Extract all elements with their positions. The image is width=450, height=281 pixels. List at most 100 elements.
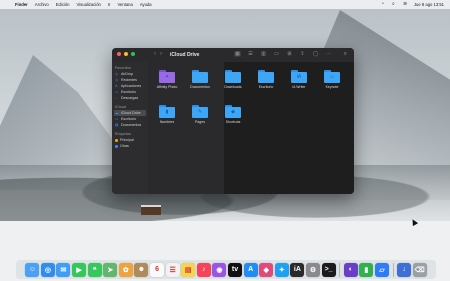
- file-item-pages[interactable]: ✎ Pages: [184, 105, 216, 124]
- file-label: Numbers: [159, 120, 175, 124]
- app-glyph-icon: ✎: [197, 109, 203, 115]
- file-item-affinity-photo[interactable]: ✦ Affinity Photo: [151, 70, 183, 89]
- folder-icon: ✎: [192, 105, 208, 118]
- file-item-ia-writer[interactable]: iA iA Writer: [283, 70, 315, 89]
- sidebar-item-documentos[interactable]: ▤ Documentos: [112, 122, 148, 128]
- dock-maps-icon[interactable]: ➤: [103, 262, 118, 277]
- folder-icon: [258, 70, 274, 83]
- dock-reminders-icon[interactable]: ☰: [165, 262, 180, 277]
- menu-archivo[interactable]: Archivo: [35, 2, 49, 7]
- file-item-keynote[interactable]: ▱ Keynote: [316, 70, 348, 89]
- menu-edicion[interactable]: Edición: [56, 2, 70, 7]
- dock-twitter-icon[interactable]: ✦: [274, 262, 289, 277]
- dock-appstore-icon[interactable]: A: [243, 262, 258, 277]
- dock-tv-icon[interactable]: tv: [228, 262, 242, 277]
- dock-downloads-stack-icon[interactable]: ↓: [397, 262, 412, 277]
- dock-music-icon[interactable]: ♪: [196, 262, 211, 277]
- cabin: [141, 205, 161, 215]
- dock-contacts-icon[interactable]: ☻: [134, 262, 149, 277]
- finder-toolbar: ▦ ☰ ▥ ▭ ⊞ ⇪ ◯ ⋯: [234, 51, 332, 57]
- sidebar-item-descargas[interactable]: ↓ Descargas: [112, 95, 148, 101]
- tag-icon[interactable]: ◯: [312, 51, 319, 57]
- wifi-icon[interactable]: ◔: [381, 2, 386, 7]
- sidebar-item-label: iCloud Drive: [121, 111, 141, 115]
- file-item-escritorio[interactable]: Escritorio: [250, 70, 282, 89]
- folder-icon: [225, 70, 241, 83]
- group-icon[interactable]: ⊞: [286, 51, 293, 57]
- menu-extras: ◔ ⌕ ≋ Jue 8 ago 13:51: [381, 2, 444, 8]
- file-label: iA Writer: [292, 85, 306, 89]
- sidebar-section-icloud: iCloud: [115, 105, 127, 109]
- dock-trash-icon[interactable]: ⌫: [412, 262, 427, 277]
- dock-numbers-icon[interactable]: ▮: [359, 262, 374, 277]
- menu-bar: Finder Archivo Edición Visualización Ir …: [0, 0, 450, 9]
- download-icon: ↓: [115, 96, 117, 100]
- menu-clock[interactable]: Jue 8 ago 13:51: [414, 2, 444, 7]
- menu-ir[interactable]: Ir: [108, 2, 111, 7]
- dock-separator: [392, 262, 394, 277]
- finder-titlebar[interactable]: ‹ › iCloud Drive ▦ ☰ ▥ ▭ ⊞ ⇪ ◯ ⋯ ⌕: [112, 48, 354, 63]
- dock-shortcuts-icon[interactable]: ◆: [259, 262, 274, 277]
- dock-photos-icon[interactable]: ✿: [118, 262, 133, 277]
- minimize-button[interactable]: [124, 52, 128, 56]
- sidebar-item-label: Aplicaciones: [121, 84, 142, 88]
- applications-icon: A: [115, 84, 118, 88]
- dock-safari-icon[interactable]: ◎: [40, 262, 55, 277]
- file-item-documentos[interactable]: Documentos: [184, 70, 216, 89]
- app-glyph-icon: iA: [296, 74, 302, 80]
- window-title: iCloud Drive: [170, 52, 200, 58]
- gallery-view-icon[interactable]: ▭: [273, 51, 280, 57]
- file-label: Pages: [195, 120, 205, 124]
- finder-sidebar: Favoritos ◎ AirDrop ◷ Recientes A Aplicacio…: [112, 62, 148, 194]
- zoom-button[interactable]: [131, 52, 135, 56]
- sidebar-section-favorites: Favoritos: [115, 66, 132, 70]
- sidebar-item-label: Documentos: [121, 123, 142, 127]
- file-label: Documentos: [190, 85, 210, 89]
- dock-notes-icon[interactable]: ▤: [181, 262, 196, 277]
- sidebar-item-label: Otras: [120, 144, 129, 148]
- spotlight-icon[interactable]: ⌕: [392, 2, 397, 7]
- finder-window: ‹ › iCloud Drive ▦ ☰ ▥ ▭ ⊞ ⇪ ◯ ⋯ ⌕ Favor…: [112, 48, 354, 194]
- forward-icon[interactable]: ›: [160, 51, 162, 57]
- dock-calendar-icon[interactable]: 6: [150, 262, 165, 277]
- dock-facetime-icon[interactable]: ▶: [72, 262, 87, 277]
- folder-icon: ◆: [225, 105, 241, 118]
- file-area[interactable]: ✦ Affinity Photo Documentos Downloads Es…: [148, 62, 354, 194]
- desktop-icon: ▭: [115, 90, 119, 94]
- close-button[interactable]: [117, 52, 121, 56]
- menu-finder[interactable]: Finder: [15, 2, 28, 7]
- list-view-icon[interactable]: ☰: [247, 51, 254, 57]
- file-item-shortcuts[interactable]: ◆ Shortcuts: [217, 105, 249, 124]
- back-icon[interactable]: ‹: [154, 51, 156, 57]
- menu-ayuda[interactable]: Ayuda: [140, 2, 152, 7]
- dock-affinity-photo-icon[interactable]: ◐: [343, 262, 358, 277]
- dock-separator: [339, 262, 341, 277]
- more-icon[interactable]: ⋯: [325, 51, 332, 57]
- tag-dot-icon: [115, 144, 118, 148]
- file-item-downloads[interactable]: Downloads: [217, 70, 249, 89]
- sidebar-tag-otras[interactable]: Otras: [112, 143, 148, 149]
- sidebar-section-tags: Etiquetas: [115, 132, 132, 136]
- tag-dot-icon: [115, 138, 118, 142]
- menu-ventana[interactable]: Ventana: [117, 2, 132, 7]
- dock-keynote-icon[interactable]: ▱: [374, 262, 389, 277]
- control-center-icon[interactable]: ≋: [403, 2, 408, 7]
- dock-terminal-icon[interactable]: >_: [321, 262, 336, 277]
- navigation-buttons: ‹ ›: [154, 51, 162, 57]
- apple-menu-icon[interactable]: [5, 2, 10, 7]
- dock-ia-writer-icon[interactable]: iA: [290, 262, 305, 277]
- dock-messages-icon[interactable]: ❝: [87, 262, 102, 277]
- file-label: Keynote: [325, 85, 339, 89]
- file-item-numbers[interactable]: ▮ Numbers: [151, 105, 183, 124]
- share-icon[interactable]: ⇪: [299, 51, 306, 57]
- icon-view-icon[interactable]: ▦: [234, 51, 241, 57]
- dock-system-preferences-icon[interactable]: ⚙: [305, 262, 320, 277]
- menu-visualizacion[interactable]: Visualización: [77, 2, 101, 7]
- airdrop-icon: ◎: [115, 72, 119, 76]
- dock-mail-icon[interactable]: ✉: [56, 262, 71, 277]
- sidebar-item-label: Escritorio: [121, 117, 136, 121]
- search-icon[interactable]: ⌕: [344, 51, 347, 58]
- dock-podcasts-icon[interactable]: ◉: [212, 262, 227, 277]
- dock-finder-icon[interactable]: ☺: [25, 262, 40, 277]
- column-view-icon[interactable]: ▥: [260, 51, 267, 57]
